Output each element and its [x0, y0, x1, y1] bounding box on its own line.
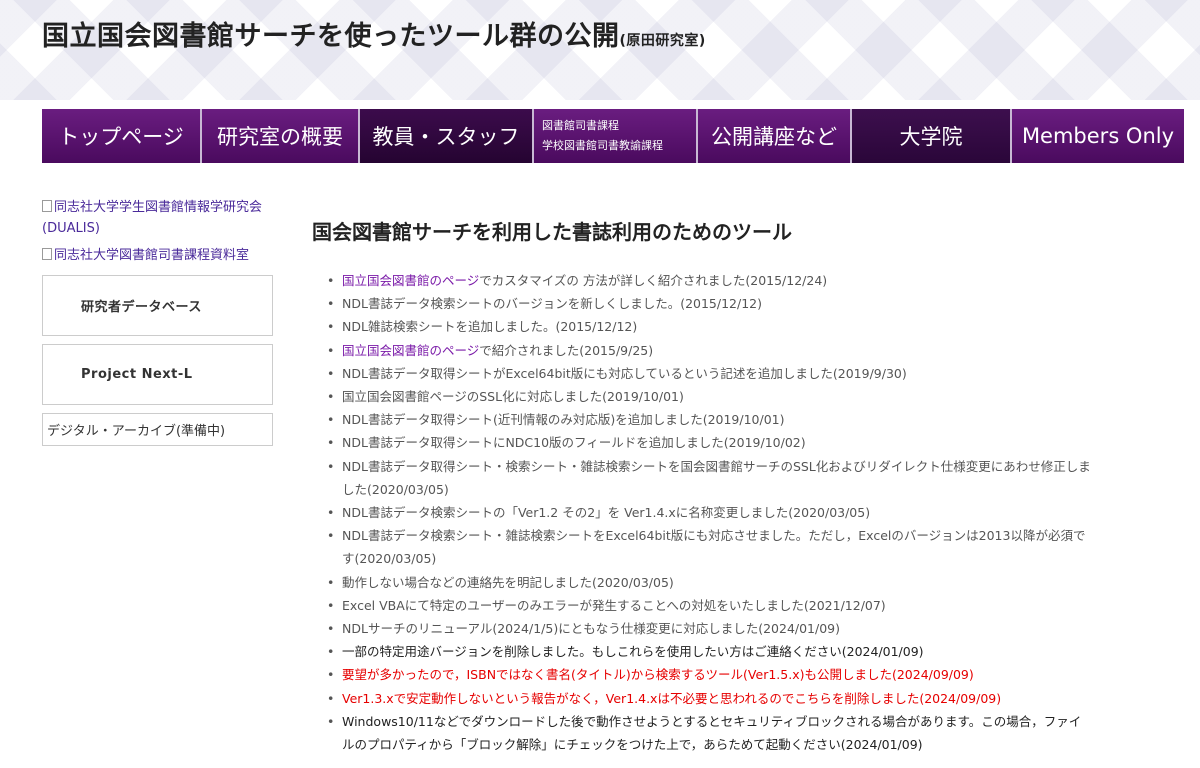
broken-image-icon	[42, 248, 52, 260]
news-item: Excel VBAにて特定のユーザーのみエラーが発生することへの対処をいたしまし…	[327, 594, 1092, 617]
nav-public-lectures[interactable]: 公開講座など	[698, 109, 852, 163]
news-item-text: でカスタマイズの 方法が詳しく紹介されました(2015/12/24)	[479, 273, 828, 288]
news-item: 国立国会図書館ページのSSL化に対応しました(2019/10/01)	[327, 385, 1092, 408]
ndl-page-link[interactable]: 国立国会図書館のページ	[342, 343, 479, 358]
nav-faculty-staff[interactable]: 教員・スタッフ	[360, 109, 534, 163]
news-item: 動作しない場合などの連絡先を明記しました(2020/03/05)	[327, 571, 1092, 594]
news-list: 国立国会図書館のページでカスタマイズの 方法が詳しく紹介されました(2015/1…	[312, 269, 1092, 756]
nav-librarian-course-line1: 図書館司書課程	[542, 119, 619, 132]
digital-archive-button[interactable]: デジタル・アーカイブ(準備中)	[42, 413, 273, 446]
researcher-database-button[interactable]: 研究者データベース	[42, 275, 273, 336]
project-next-l-button[interactable]: Project Next-L	[42, 344, 273, 405]
news-item: 国立国会図書館のページでカスタマイズの 方法が詳しく紹介されました(2015/1…	[327, 269, 1092, 292]
news-item: NDL書誌データ検索シートのバージョンを新しくしました。(2015/12/12)	[327, 292, 1092, 315]
section-heading: 国会図書館サーチを利用した書誌利用のためのツール	[312, 220, 792, 244]
page-title: 国立国会図書館サーチを使ったツール群の公開(原田研究室)	[42, 14, 706, 53]
nav-top-page[interactable]: トップページ	[42, 109, 202, 163]
sidebar: 同志社大学学生図書館情報学研究会(DUALIS) 同志社大学図書館司書課程資料室…	[42, 197, 274, 446]
news-item: NDLサーチのリニューアル(2024/1/5)にともなう仕様変更に対応しました(…	[327, 617, 1092, 640]
news-item: 国立国会図書館のページで紹介されました(2015/9/25)	[327, 339, 1092, 362]
news-item: NDL書誌データ取得シートがExcel64bit版にも対応しているという記述を追…	[327, 362, 1092, 385]
sidebar-link-library-resource-room[interactable]: 同志社大学図書館司書課程資料室	[42, 245, 274, 266]
ndl-page-link[interactable]: 国立国会図書館のページ	[342, 273, 479, 288]
news-item-alert: Ver1.3.xで安定動作しないという報告がなく，Ver1.4.xは不必要と思わ…	[327, 687, 1092, 710]
news-item-alert: 要望が多かったので，ISBNではなく書名(タイトル)から検索するツール(Ver1…	[327, 663, 1092, 686]
news-item: NDL書誌データ取得シート・検索シート・雑誌検索シートを国会図書館サーチのSSL…	[327, 455, 1092, 501]
news-item: NDL雑誌検索シートを追加しました。(2015/12/12)	[327, 315, 1092, 338]
broken-image-icon	[42, 200, 52, 212]
news-item: NDL書誌データ検索シートの「Ver1.2 その2」を Ver1.4.xに名称変…	[327, 501, 1092, 524]
news-item: NDL書誌データ取得シートにNDC10版のフィールドを追加しました(2019/1…	[327, 431, 1092, 454]
nav-lab-overview[interactable]: 研究室の概要	[202, 109, 360, 163]
news-item: NDL書誌データ取得シート(近刊情報のみ対応版)を追加しました(2019/10/…	[327, 408, 1092, 431]
news-item: Windows10/11などでダウンロードした後で動作させようとするとセキュリテ…	[327, 710, 1092, 756]
nav-librarian-course-line2: 学校図書館司書教諭課程	[542, 139, 663, 152]
main-nav: トップページ 研究室の概要 教員・スタッフ 図書館司書課程 学校図書館司書教諭課…	[42, 109, 1184, 163]
main-content: 国会図書館サーチを利用した書誌利用のためのツール 国立国会図書館のページでカスタ…	[312, 216, 1092, 756]
page-title-text: 国立国会図書館サーチを使ったツール群の公開	[42, 21, 620, 52]
nav-graduate-school[interactable]: 大学院	[852, 109, 1012, 163]
nav-librarian-course[interactable]: 図書館司書課程 学校図書館司書教諭課程	[534, 109, 698, 163]
news-item: NDL書誌データ検索シート・雑誌検索シートをExcel64bit版にも対応させま…	[327, 524, 1092, 570]
news-item: 一部の特定用途バージョンを削除しました。もしこれらを使用したい方はご連絡ください…	[327, 640, 1092, 663]
news-item-text: で紹介されました(2015/9/25)	[479, 342, 654, 358]
page-title-subtitle: (原田研究室)	[619, 33, 706, 49]
sidebar-link-dualis-label: 同志社大学学生図書館情報学研究会(DUALIS)	[42, 200, 263, 236]
nav-members-only[interactable]: Members Only	[1012, 109, 1184, 163]
sidebar-link-dualis[interactable]: 同志社大学学生図書館情報学研究会(DUALIS)	[42, 197, 274, 239]
sidebar-link-library-resource-room-label: 同志社大学図書館司書課程資料室	[54, 248, 250, 263]
